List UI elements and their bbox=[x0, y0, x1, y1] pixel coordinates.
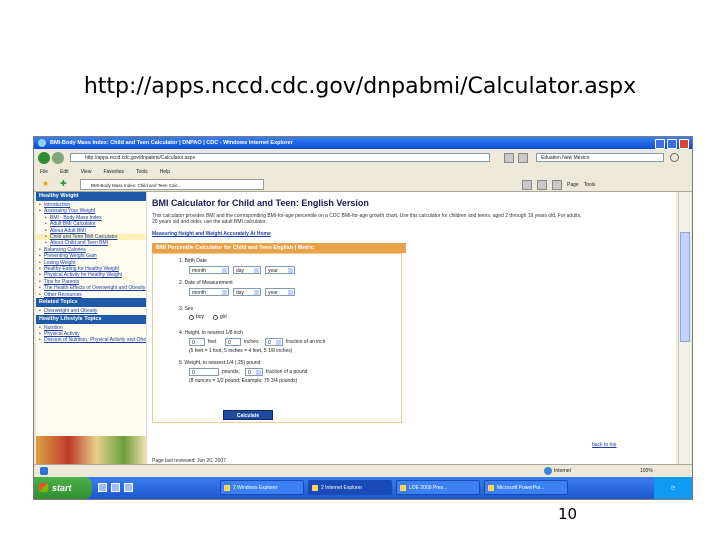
height-example: (5 feet = 1 foot, 5 inches = 4 feet, 5 1… bbox=[189, 348, 293, 355]
birth-year-select[interactable]: year bbox=[265, 266, 295, 275]
fraction-inch-label: fraction of an inch bbox=[286, 339, 326, 346]
calculator-intro: This calculator provides BMI and the cor… bbox=[152, 213, 582, 226]
task-windows-explorer[interactable]: 2 Windows Explorer bbox=[220, 480, 304, 495]
address-input[interactable]: http://apps.nccd.cdc.gov/dnpabmi/Calcula… bbox=[70, 153, 490, 162]
weight-label: 5. Weight, to nearest 1/4 (.25) pound bbox=[179, 360, 261, 367]
feeds-icon[interactable] bbox=[537, 180, 547, 190]
sidebar-heading-related: Related Topics bbox=[36, 298, 146, 308]
sidebar-heading-lifestyle: Healthy Lifestyle Topics bbox=[36, 314, 146, 324]
menu-help[interactable]: Help bbox=[160, 167, 170, 177]
task-internet-explorer[interactable]: 2 Internet Explorer bbox=[308, 480, 392, 495]
menu-bar: File Edit View Favorites Tools Help bbox=[34, 167, 692, 177]
quick-launch bbox=[98, 483, 133, 492]
sidebar-item[interactable]: Other Resources bbox=[36, 292, 146, 298]
menu-tools[interactable]: Tools bbox=[136, 167, 148, 177]
sex-label: 3. Sex bbox=[179, 306, 194, 313]
birth-month-select[interactable]: month bbox=[189, 266, 229, 275]
start-button[interactable]: start bbox=[34, 477, 92, 499]
fraction-pound-label: fraction of a pound bbox=[266, 369, 308, 376]
calculator-title: BMI Calculator for Child and Teen: Engli… bbox=[152, 198, 369, 208]
favorites-bar: ★ ✚ BMI-Body Mass Index: Child and Teen … bbox=[34, 177, 692, 192]
maximize-icon[interactable] bbox=[667, 139, 677, 149]
minimize-icon[interactable] bbox=[655, 139, 665, 149]
vertical-scrollbar[interactable] bbox=[678, 192, 691, 464]
ie-icon bbox=[38, 139, 46, 147]
window-title: BMI-Body Mass Index: Child and Teen Calc… bbox=[50, 140, 293, 146]
measure-year-select[interactable]: year bbox=[265, 288, 295, 297]
tools-menu[interactable]: Tools bbox=[584, 181, 596, 189]
sidebar-item[interactable]: Overweight and Obesity bbox=[36, 308, 146, 314]
clock-icon[interactable]: ◷ bbox=[671, 485, 675, 491]
form-heading: BMI Percentile Calculator for Child and … bbox=[152, 243, 406, 254]
page-number: 10 bbox=[558, 505, 578, 523]
page-menu[interactable]: Page bbox=[567, 181, 579, 189]
weight-example: (8 ounces = 1/2 pound; Example: 75 3/4 p… bbox=[189, 378, 298, 385]
sidebar-item[interactable]: Division of Nutrition, Physical Activity… bbox=[36, 337, 146, 343]
birth-date-label: 1. Birth Date bbox=[179, 258, 207, 265]
boy-label: boy bbox=[196, 314, 205, 321]
boy-radio[interactable] bbox=[189, 315, 194, 321]
measurement-date-label: 2. Date of Measurement bbox=[179, 280, 233, 287]
calculate-button[interactable]: Calculate bbox=[223, 410, 273, 421]
screenshot-frame: BMI-Body Mass Index: Child and Teen Calc… bbox=[33, 136, 693, 500]
refresh-icon[interactable] bbox=[504, 153, 514, 163]
close-icon[interactable] bbox=[679, 139, 689, 149]
measure-day-select[interactable]: day bbox=[233, 288, 261, 297]
desktop-icon[interactable] bbox=[98, 483, 107, 492]
add-favorite-icon[interactable]: ✚ bbox=[60, 180, 67, 188]
window-controls bbox=[655, 139, 689, 149]
main-column: BMI Calculator for Child and Teen: Engli… bbox=[152, 192, 672, 464]
forward-button[interactable] bbox=[52, 152, 64, 164]
address-toolbar: http://apps.nccd.cdc.gov/dnpabmi/Calcula… bbox=[34, 149, 692, 167]
sidebar-heading-healthy-weight: Healthy Weight bbox=[36, 192, 146, 201]
weight-pounds-input[interactable]: 0 bbox=[189, 368, 219, 377]
command-bar: Page Tools bbox=[522, 180, 595, 190]
tab-current-page[interactable]: BMI-Body Mass Index: Child and Teen Calc… bbox=[80, 179, 264, 190]
pounds-label: pounds, bbox=[222, 369, 240, 376]
height-inches-input[interactable]: 0 bbox=[225, 338, 241, 347]
page-content: Healthy Weight Introduction Assessing Yo… bbox=[36, 192, 676, 464]
weight-fraction-select[interactable]: 0 bbox=[245, 368, 263, 377]
mail-icon[interactable] bbox=[124, 483, 133, 492]
stop-icon[interactable] bbox=[518, 153, 528, 163]
address-actions bbox=[504, 153, 528, 163]
browser-icon[interactable] bbox=[111, 483, 120, 492]
status-bar: Internet 100% bbox=[34, 464, 692, 477]
bmi-form: 1. Birth Date month day year 2. Date of … bbox=[152, 253, 402, 424]
zoom-level[interactable]: 100% bbox=[640, 465, 653, 477]
scrollbar-thumb[interactable] bbox=[680, 232, 690, 342]
girl-label: girl bbox=[220, 314, 227, 321]
height-feet-input[interactable]: 0 bbox=[189, 338, 205, 347]
menu-edit[interactable]: Edit bbox=[60, 167, 69, 177]
page-status-icon bbox=[40, 467, 48, 475]
height-fraction-select[interactable]: 0 bbox=[265, 338, 283, 347]
menu-file[interactable]: File bbox=[40, 167, 48, 177]
task-powerpoint[interactable]: Microsoft PowerPoi... bbox=[484, 480, 568, 495]
window-titlebar[interactable]: BMI-Body Mass Index: Child and Teen Calc… bbox=[34, 137, 692, 149]
measuring-link[interactable]: Measuring Height and Weight Accurately A… bbox=[152, 231, 672, 237]
food-banner-image bbox=[36, 436, 146, 464]
page-title: http://apps.nccd.cdc.gov/dnpabmi/Calcula… bbox=[83, 74, 637, 99]
menu-view[interactable]: View bbox=[81, 167, 92, 177]
sidebar: Healthy Weight Introduction Assessing Yo… bbox=[36, 192, 147, 464]
feet-label: feet bbox=[208, 339, 217, 346]
height-label: 4. Height, to nearest 1/8 inch bbox=[179, 330, 243, 337]
search-icon[interactable] bbox=[670, 153, 679, 162]
back-to-top-link[interactable]: back to top bbox=[592, 442, 616, 448]
measure-month-select[interactable]: month bbox=[189, 288, 229, 297]
taskbar: start 2 Windows Explorer 2 Internet Expl… bbox=[34, 477, 692, 499]
system-tray: ◷ bbox=[654, 477, 692, 499]
security-zone: Internet bbox=[542, 465, 571, 477]
back-button[interactable] bbox=[38, 152, 50, 164]
home-icon[interactable] bbox=[522, 180, 532, 190]
favorites-star-icon[interactable]: ★ bbox=[42, 180, 49, 188]
birth-day-select[interactable]: day bbox=[233, 266, 261, 275]
girl-radio[interactable] bbox=[213, 315, 218, 321]
inches-label: inches bbox=[244, 339, 259, 346]
task-loe-presentation[interactable]: LOE 2009 Pres... bbox=[396, 480, 480, 495]
menu-favorites[interactable]: Favorites bbox=[103, 167, 124, 177]
print-icon[interactable] bbox=[552, 180, 562, 190]
search-input[interactable]: Eduation New Mexico bbox=[536, 153, 664, 162]
